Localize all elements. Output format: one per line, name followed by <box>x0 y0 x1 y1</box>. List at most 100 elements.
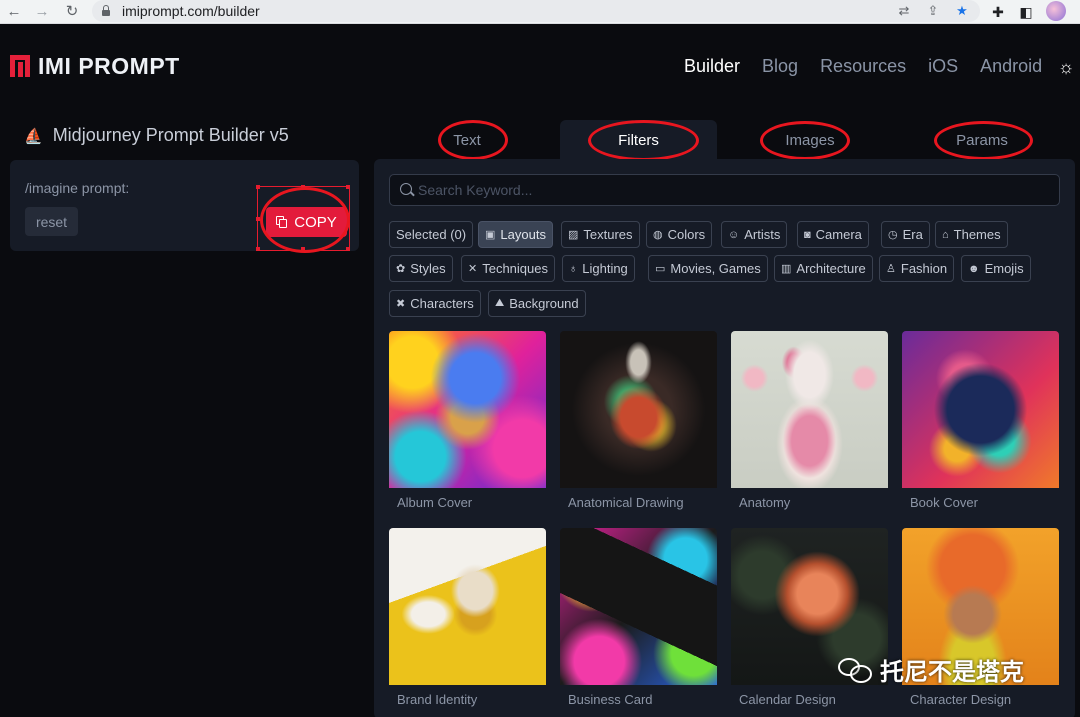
filter-chip-textures[interactable]: ▨ Textures <box>561 221 640 248</box>
anatomy-image <box>731 331 888 488</box>
browser-toolbar: ← → ↻ imiprompt.com/builder ⇄ ⇪ ★ ✚ ◧ <box>0 0 1080 24</box>
nav-builder[interactable]: Builder <box>684 56 740 77</box>
filter-chip-emojis[interactable]: ☻ Emojis <box>961 255 1031 282</box>
filter-chip-techniques[interactable]: ✕ Techniques <box>461 255 555 282</box>
textures-icon: ▨ <box>568 229 579 241</box>
chip-label: Themes <box>953 227 1001 242</box>
chip-label: Layouts <box>500 227 546 242</box>
chip-label: Movies, Games <box>670 261 761 276</box>
camera-icon: ◙ <box>804 228 811 241</box>
search-icon <box>400 183 412 195</box>
nav-ios[interactable]: iOS <box>928 56 958 77</box>
lock-icon[interactable] <box>102 5 110 16</box>
chip-label: Selected (0) <box>396 227 467 242</box>
sailboat-icon: ⛵ <box>24 127 43 145</box>
builder-title-text: Midjourney Prompt Builder v5 <box>52 125 289 145</box>
reload-icon[interactable]: ↻ <box>62 2 82 22</box>
filter-chip-layouts[interactable]: ▣ Layouts <box>478 221 553 248</box>
chip-label: Architecture <box>796 261 866 276</box>
card-caption: Calendar Design <box>739 692 836 707</box>
filter-chip-themes[interactable]: ⌂ Themes <box>935 221 1008 248</box>
shirt-icon: ♙ <box>886 263 896 275</box>
filter-chip-colors[interactable]: ◍ Colors <box>646 221 713 248</box>
chip-label: Emojis <box>984 261 1024 276</box>
tab-text[interactable]: Text <box>417 120 517 160</box>
chip-label: Artists <box>744 227 781 242</box>
anatomical-drawing-image <box>560 331 717 488</box>
album-cover-image <box>389 331 546 488</box>
filter-chip-styles[interactable]: ✿ Styles <box>389 255 453 282</box>
bookmark-star-icon[interactable]: ★ <box>953 2 971 20</box>
site-logo[interactable]: IMI PROMPT <box>10 53 180 79</box>
extensions-icon[interactable]: ✚ <box>988 2 1008 22</box>
wechat-icon <box>838 656 874 684</box>
card-caption: Character Design <box>910 692 1012 707</box>
filter-chip-fashion[interactable]: ♙ Fashion <box>879 255 955 282</box>
filter-chip-selected[interactable]: Selected (0) <box>389 221 474 248</box>
card-anatomy[interactable]: Anatomy <box>731 331 888 510</box>
filter-chip-artists[interactable]: ☺ Artists <box>721 221 788 248</box>
copy-button[interactable]: COPY <box>266 207 347 237</box>
filter-chip-camera[interactable]: ◙ Camera <box>797 221 869 248</box>
filter-chip-background[interactable]: ⛰ Background <box>488 290 586 317</box>
card-caption: Anatomical Drawing <box>568 495 684 510</box>
chip-label: Lighting <box>582 261 628 276</box>
characters-icon: ✖ <box>396 298 406 310</box>
card-business-card[interactable]: Business Card <box>560 528 717 707</box>
filter-chip-characters[interactable]: ✖ Characters <box>389 290 481 317</box>
share-icon[interactable]: ⇪ <box>924 2 942 20</box>
layouts-icon: ▣ <box>485 229 496 241</box>
card-caption: Anatomy <box>739 495 791 510</box>
copy-icon <box>276 216 288 228</box>
themes-icon: ⌂ <box>942 228 949 241</box>
chip-label: Era <box>902 227 923 242</box>
prompt-box: /imagine prompt: reset COPY <box>10 160 359 253</box>
reset-button[interactable]: reset <box>25 207 78 236</box>
bulb-icon: ♁ <box>569 262 578 275</box>
filter-chip-lighting[interactable]: ♁ Lighting <box>562 255 635 282</box>
card-book-cover[interactable]: Book Cover <box>902 331 1059 510</box>
back-icon[interactable]: ← <box>4 2 24 22</box>
filter-chip-movies-games[interactable]: ▭ Movies, Games <box>648 255 768 282</box>
forward-icon[interactable]: → <box>32 2 52 22</box>
smiley-icon: ☻ <box>968 262 980 275</box>
profile-avatar[interactable] <box>1046 1 1066 21</box>
chip-label: Textures <box>583 227 633 242</box>
builder-title: ⛵ Midjourney Prompt Builder v5 <box>24 125 289 146</box>
theme-toggle-sun-icon[interactable]: ☼ <box>1056 57 1076 77</box>
prompt-label: /imagine prompt: <box>25 180 130 196</box>
tools-icon: ✕ <box>468 263 478 275</box>
watermark: 托尼不是塔克 <box>838 652 1024 687</box>
logo-mark-icon <box>10 55 30 77</box>
filter-chip-era[interactable]: ◷ Era <box>881 221 930 248</box>
nav-blog[interactable]: Blog <box>762 56 798 77</box>
logo-text: IMI PROMPT <box>38 52 180 79</box>
watermark-text: 托尼不是塔克 <box>880 659 1024 686</box>
nav-resources[interactable]: Resources <box>820 56 906 77</box>
side-panel-icon[interactable]: ◧ <box>1016 2 1036 22</box>
landscape-icon: ⛰ <box>495 297 505 309</box>
card-brand-identity[interactable]: Brand Identity <box>389 528 546 707</box>
search-box[interactable] <box>389 174 1060 206</box>
card-album-cover[interactable]: Album Cover <box>389 331 546 510</box>
chip-label: Colors <box>667 227 706 242</box>
tab-images[interactable]: Images <box>760 120 860 160</box>
styles-icon: ✿ <box>396 263 406 275</box>
card-caption: Brand Identity <box>397 692 478 707</box>
tab-filters[interactable]: Filters <box>560 120 717 160</box>
business-card-image <box>560 528 717 685</box>
chip-label: Fashion <box>900 261 948 276</box>
address-bar[interactable]: imiprompt.com/builder ⇄ ⇪ ★ <box>92 0 980 22</box>
nav-android[interactable]: Android <box>980 56 1042 77</box>
palette-icon: ◍ <box>653 229 663 241</box>
clock-icon: ◷ <box>888 229 898 241</box>
chip-label: Camera <box>815 227 862 242</box>
filter-chip-architecture[interactable]: ▥ Architecture <box>774 255 873 282</box>
card-caption: Book Cover <box>910 495 978 510</box>
translate-icon[interactable]: ⇄ <box>895 2 913 20</box>
card-anatomical-drawing[interactable]: Anatomical Drawing <box>560 331 717 510</box>
tab-params[interactable]: Params <box>932 120 1032 160</box>
url-text[interactable]: imiprompt.com/builder <box>122 3 260 19</box>
search-input[interactable] <box>418 175 1048 205</box>
top-nav: Builder Blog Resources iOS Android <box>684 56 1064 77</box>
